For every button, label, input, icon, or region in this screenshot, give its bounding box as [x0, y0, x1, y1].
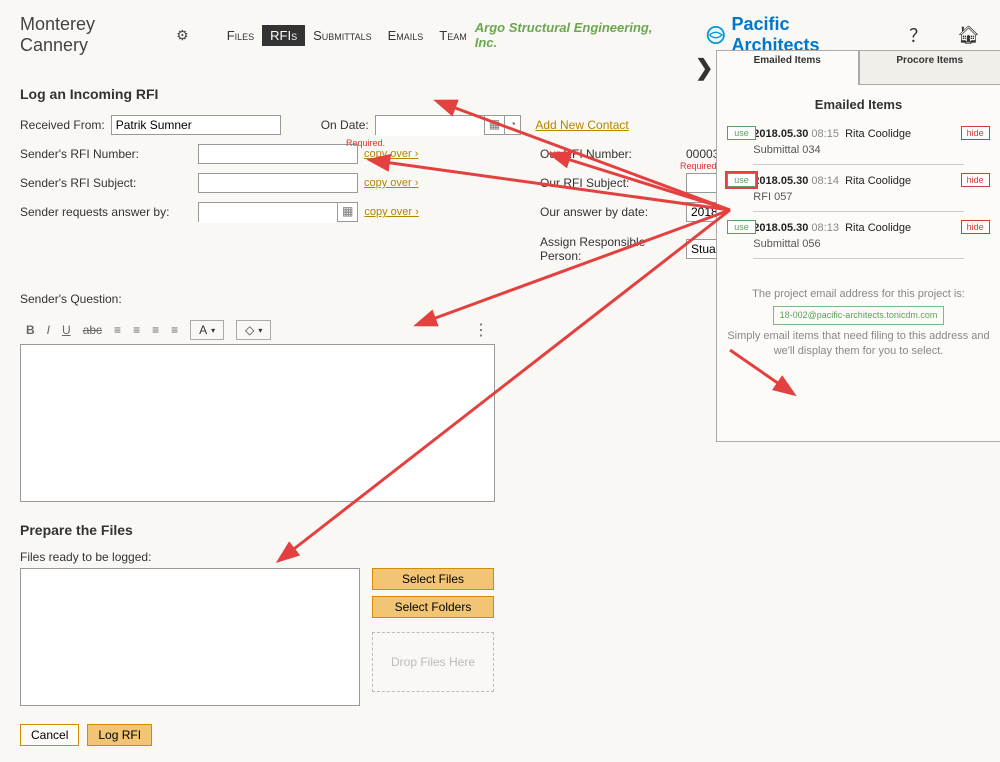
underline-button[interactable]: U	[62, 323, 71, 337]
label-our-answer-by: Our answer by date:	[540, 205, 680, 219]
align-center-icon[interactable]: ≡	[133, 323, 140, 337]
email-item: use hide 2018.05.30 08:15 Rita Coolidge …	[753, 122, 963, 165]
label-senders-rfi-subject: Sender's RFI Subject:	[20, 176, 192, 190]
senders-rfi-number-input[interactable]	[198, 144, 358, 164]
label-on-date: On Date:	[321, 118, 369, 132]
align-right-icon[interactable]: ≡	[152, 323, 159, 337]
nav-files[interactable]: Files	[219, 25, 262, 46]
email-subject: RFI 057	[753, 191, 963, 203]
label-our-rfi-number: Our RFI Number:	[540, 147, 680, 161]
our-rfi-number-value: 00003	[686, 147, 719, 161]
project-email-address: 18-002@pacific-architects.tonicdm.com	[773, 306, 945, 325]
hide-button[interactable]: hide	[961, 126, 990, 140]
senders-rfi-subject-input[interactable]	[198, 173, 358, 193]
sender-answer-by-input[interactable]	[199, 203, 337, 223]
required-on-date: Required.	[346, 138, 385, 148]
calendar-icon[interactable]: ▦	[484, 116, 504, 134]
nav-team[interactable]: Team	[431, 25, 474, 46]
align-justify-icon[interactable]: ≡	[171, 323, 178, 337]
label-sender-answer-by: Sender requests answer by:	[20, 205, 192, 219]
select-folders-button[interactable]: Select Folders	[372, 596, 494, 618]
hide-button[interactable]: hide	[961, 220, 990, 234]
swirl-icon	[705, 24, 727, 46]
project-title: Monterey Cannery	[20, 14, 166, 56]
editor-toolbar: B I U abc ≡ ≡ ≡ ≡ A ▾ ◇ ▾ ⋮	[20, 316, 495, 344]
bold-button[interactable]: B	[26, 323, 35, 337]
copy-over-date[interactable]: copy over ›	[364, 206, 418, 218]
align-left-icon[interactable]: ≡	[114, 323, 121, 337]
drop-files-zone[interactable]: Drop Files Here	[372, 632, 494, 692]
panel-title: Emailed Items	[727, 97, 990, 112]
required-our-subject: Required.	[680, 161, 719, 171]
label-assign-responsible: Assign Responsible Person:	[540, 235, 680, 263]
font-color-picker[interactable]: A ▾	[190, 320, 224, 340]
email-subject: Submittal 056	[753, 238, 963, 250]
cancel-button[interactable]: Cancel	[20, 724, 79, 746]
label-files-ready: Files ready to be logged:	[20, 550, 151, 564]
home-icon[interactable]: 🏠︎	[957, 25, 980, 46]
nav-submittals[interactable]: Submittals	[305, 25, 380, 46]
email-subject: Submittal 034	[753, 144, 963, 156]
label-senders-rfi-number: Sender's RFI Number:	[20, 147, 192, 161]
tab-procore-items[interactable]: Procore Items	[859, 51, 1000, 85]
label-received-from: Received From:	[20, 118, 105, 132]
log-rfi-button[interactable]: Log RFI	[87, 724, 152, 746]
collapse-panel-icon[interactable]: ❯	[695, 55, 713, 81]
prepare-files-title: Prepare the Files	[20, 522, 980, 538]
files-ready-box	[20, 568, 360, 706]
tab-emailed-items[interactable]: Emailed Items	[717, 51, 859, 85]
nav-rfis[interactable]: RFIs	[262, 25, 305, 46]
question-editor[interactable]	[20, 344, 495, 502]
calendar-icon-2[interactable]: ▦	[337, 203, 357, 221]
gear-icon[interactable]: ⚙	[176, 27, 189, 44]
project-email-info: The project email address for this proje…	[727, 287, 990, 360]
help-icon[interactable]: ？	[909, 22, 927, 48]
label-our-rfi-subject: Our RFI Subject:	[540, 176, 680, 190]
consultant-name: Argo Structural Engineering, Inc.	[475, 20, 675, 50]
copy-over-subject[interactable]: copy over ›	[364, 177, 418, 189]
received-from-input[interactable]	[111, 115, 281, 135]
use-button[interactable]: use	[727, 220, 756, 234]
copy-over-number[interactable]: copy over ›	[364, 148, 418, 160]
on-date-input[interactable]	[376, 116, 484, 136]
nav-emails[interactable]: Emails	[380, 25, 432, 46]
add-contact-link[interactable]: Add New Contact	[535, 118, 628, 132]
use-button[interactable]: use	[727, 126, 756, 140]
select-files-button[interactable]: Select Files	[372, 568, 494, 590]
email-item: use hide 2018.05.30 08:14 Rita Coolidge …	[753, 169, 963, 212]
highlight-picker[interactable]: ◇ ▾	[236, 320, 271, 340]
italic-button[interactable]: I	[47, 323, 50, 337]
label-senders-question: Sender's Question:	[20, 292, 122, 306]
clock-icon[interactable]: ◔	[504, 116, 520, 134]
use-button[interactable]: use	[727, 173, 756, 187]
nav-bar: Files RFIs Submittals Emails Team	[219, 25, 475, 46]
editor-more-icon[interactable]: ⋮	[473, 320, 489, 340]
emailed-items-panel: ❯ Emailed Items Procore Items Emailed It…	[716, 50, 1000, 442]
email-item: use hide 2018.05.30 08:13 Rita Coolidge …	[753, 216, 963, 259]
hide-button[interactable]: hide	[961, 173, 990, 187]
strike-button[interactable]: abc	[83, 323, 102, 337]
